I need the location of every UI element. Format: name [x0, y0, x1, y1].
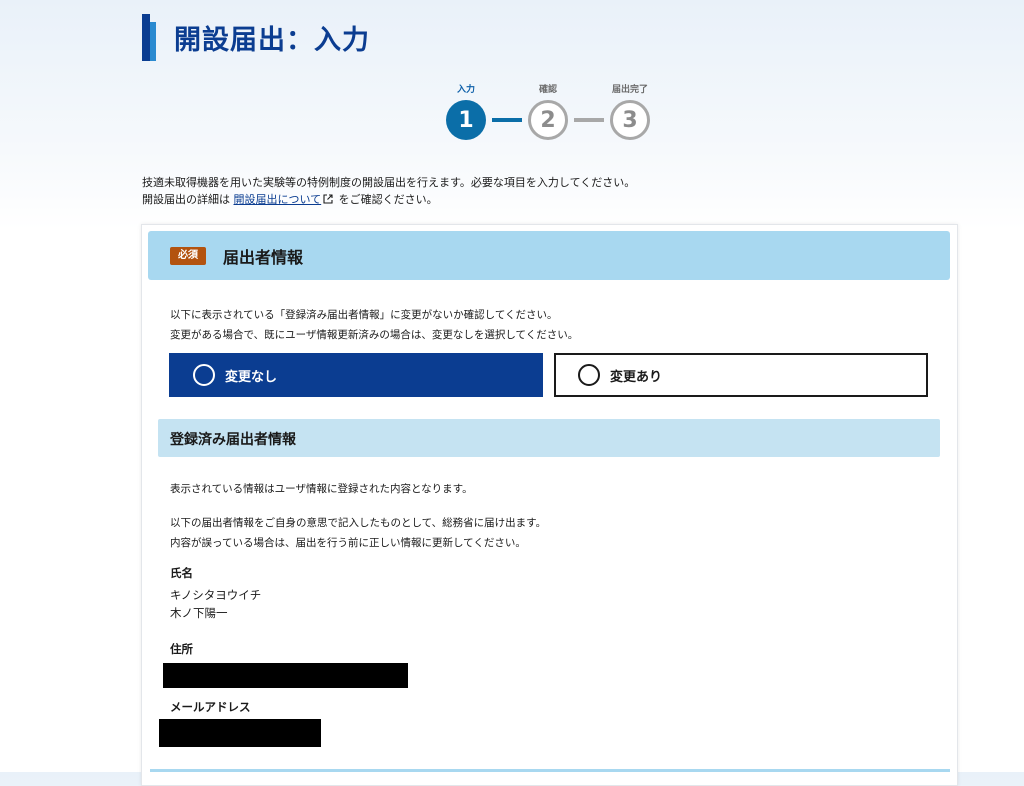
registered-info-text: 表示されている情報はユーザ情報に登録された内容となります。 以下の届出者情報をご…: [170, 479, 546, 553]
name-kana-value: キノシタヨウイチ: [170, 588, 262, 602]
registered-info-title: 登録済み届出者情報: [170, 432, 296, 448]
redacted-email: [159, 719, 321, 747]
instruction-line-1: 以下に表示されている「登録済み届出者情報」に変更がないか確認してください。: [170, 309, 558, 321]
registered-info-header: 登録済み届出者情報: [158, 419, 940, 457]
email-label: メールアドレス: [170, 700, 251, 714]
step-1-label: 入力: [456, 85, 475, 95]
radio-circle-icon[interactable]: [193, 364, 215, 386]
intro-text: 技適未取得機器を用いた実験等の特例制度の開設届出を行えます。必要な項目を入力して…: [142, 174, 635, 209]
no-change-radio-option[interactable]: 変更なし: [169, 353, 543, 397]
title-accent-bar: [142, 14, 150, 61]
about-notification-link[interactable]: 開設届出について: [234, 193, 322, 206]
radio-circle-icon[interactable]: [578, 364, 600, 386]
step-connector-1: [492, 118, 522, 122]
section-header: 必須 届出者情報: [148, 231, 950, 280]
has-change-label: 変更あり: [610, 370, 663, 385]
info-text-2: 以下の届出者情報をご自身の意思で記入したものとして、総務省に届け出ます。: [170, 517, 547, 529]
intro-line-2: 開設届出の詳細は 開設届出について をご確認ください。: [142, 191, 635, 209]
redacted-address: [163, 663, 408, 688]
step-3-circle: 3: [610, 100, 650, 140]
title-accent-bar-light: [150, 22, 156, 61]
no-change-label: 変更なし: [225, 370, 278, 385]
required-badge: 必須: [170, 247, 206, 265]
external-link-icon[interactable]: [323, 192, 333, 209]
info-text-3: 内容が誤っている場合は、届出を行う前に正しい情報に更新してください。: [170, 537, 526, 549]
address-label: 住所: [170, 642, 193, 656]
page-title-block: 開設届出：入力: [140, 14, 740, 64]
section-title: 届出者情報: [223, 248, 304, 267]
intro-line-1: 技適未取得機器を用いた実験等の特例制度の開設届出を行えます。必要な項目を入力して…: [142, 176, 636, 189]
step-2-label: 確認: [538, 85, 557, 95]
instruction-line-2: 変更がある場合で、既にユーザ情報更新済みの場合は、変更なしを選択してください。: [170, 329, 579, 341]
has-change-radio-option[interactable]: 変更あり: [554, 353, 928, 397]
step-connector-2: [574, 118, 604, 122]
intro-line-2-suffix: をご確認ください。: [338, 193, 438, 206]
info-text-1: 表示されている情報はユーザ情報に登録された内容となります。: [170, 483, 473, 495]
intro-line-2-prefix: 開設届出の詳細は: [142, 193, 230, 206]
name-label: 氏名: [170, 566, 193, 580]
progress-stepper: 入力 確認 届出完了 1 2 3: [440, 80, 660, 144]
change-instructions: 以下に表示されている「登録済み届出者情報」に変更がないか確認してください。 変更…: [170, 305, 578, 345]
page-title: 開設届出：入力: [174, 25, 370, 56]
step-1-circle: 1: [446, 100, 486, 140]
applicant-info-card: 必須 届出者情報 以下に表示されている「登録済み届出者情報」に変更がないか確認し…: [141, 224, 958, 786]
step-2-circle: 2: [528, 100, 568, 140]
step-3-label: 届出完了: [611, 85, 648, 95]
name-kanji-value: 木ノ下陽一: [170, 606, 228, 620]
